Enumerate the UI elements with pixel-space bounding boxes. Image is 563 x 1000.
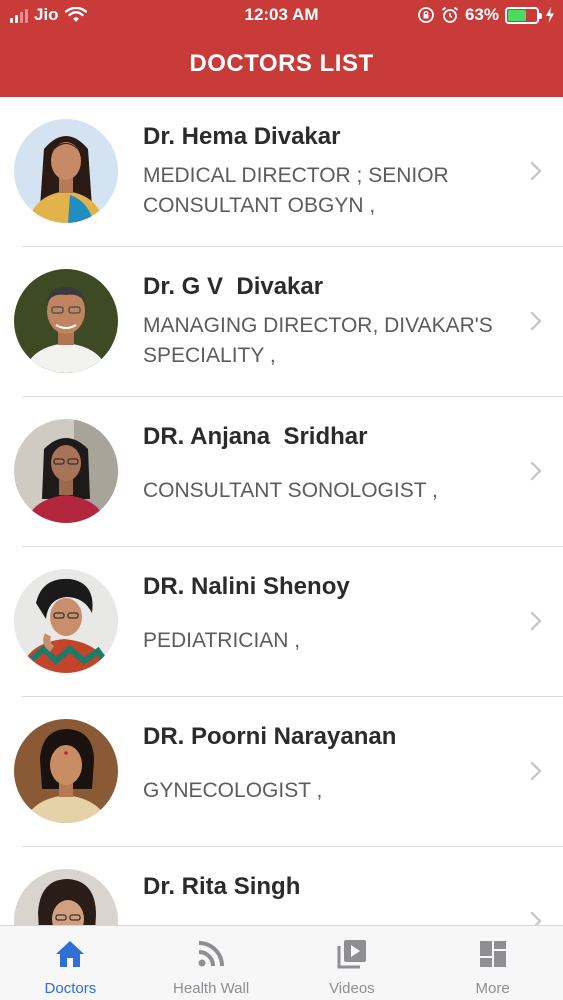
doctor-designation: GYNECOLOGIST , <box>143 779 323 802</box>
tab-videos[interactable]: Videos <box>282 926 423 1000</box>
doctor-name: DR. Poorni Narayanan <box>143 723 397 750</box>
doctor-designation: CONSULTANT SONOLOGIST , <box>143 479 438 502</box>
app-header: Jio 12:03 AM 63% DOCTORS LIST <box>0 0 563 97</box>
doctor-designation: MEDICAL DIRECTOR ; SENIOR CONSULTANT OBG… <box>143 164 449 217</box>
doctor-name: DR. Anjana Sridhar <box>143 423 368 450</box>
doctor-row[interactable]: DR. Nalini Shenoy PEDIATRICIAN , <box>0 547 563 697</box>
status-bar: Jio 12:03 AM 63% <box>0 0 563 32</box>
doctor-row[interactable]: DR. Poorni Narayanan GYNECOLOGIST , <box>0 697 563 847</box>
doctor-row[interactable]: Dr. Rita Singh <box>0 847 563 925</box>
tab-more[interactable]: More <box>422 926 563 1000</box>
chevron-right-icon <box>530 161 542 181</box>
charging-bolt-icon <box>546 7 554 23</box>
page-title: DOCTORS LIST <box>189 50 374 77</box>
battery-percent: 63% <box>464 5 499 24</box>
tab-health-wall[interactable]: Health Wall <box>141 926 282 1000</box>
chevron-right-icon <box>530 461 542 481</box>
video-library-icon <box>337 940 366 969</box>
tab-label: More <box>475 980 510 997</box>
doctor-avatar <box>14 419 118 523</box>
doctor-designation: PEDIATRICIAN , <box>143 629 301 652</box>
status-right: 63% <box>417 5 555 25</box>
grid-icon <box>479 941 506 967</box>
tab-doctors[interactable]: Doctors <box>0 926 141 1000</box>
battery-level <box>508 9 526 21</box>
doctor-name: Dr. Rita Singh <box>143 873 301 900</box>
alarm-icon <box>441 6 459 23</box>
tab-label: Health Wall <box>173 980 250 997</box>
chevron-right-icon <box>530 311 542 331</box>
battery-icon <box>505 6 542 24</box>
doctor-name: Dr. Hema Divakar <box>143 123 341 150</box>
chevron-right-icon <box>530 911 542 925</box>
chevron-right-icon <box>530 611 542 631</box>
doctor-row[interactable]: Dr. Hema Divakar MEDICAL DIRECTOR ; SENI… <box>0 97 563 247</box>
doctors-list: Dr. Hema Divakar MEDICAL DIRECTOR ; SENI… <box>0 97 563 925</box>
rss-icon <box>198 941 225 967</box>
tab-bar: Doctors Health Wall Videos More <box>0 925 563 1000</box>
doctor-avatar <box>14 269 118 373</box>
doctor-avatar <box>14 869 118 925</box>
chevron-right-icon <box>530 761 542 781</box>
doctor-avatar <box>14 119 118 223</box>
doctor-row[interactable]: DR. Anjana Sridhar CONSULTANT SONOLOGIST… <box>0 397 563 547</box>
tab-label: Doctors <box>44 980 97 997</box>
doctor-avatar <box>14 569 118 673</box>
tab-label: Videos <box>329 980 375 997</box>
doctor-designation: MANAGING DIRECTOR, DIVAKAR'S SPECIALITY … <box>143 314 493 367</box>
orientation-lock-icon <box>418 7 434 23</box>
doctor-row[interactable]: Dr. G V Divakar MANAGING DIRECTOR, DIVAK… <box>0 247 563 397</box>
doctor-name: DR. Nalini Shenoy <box>143 573 350 600</box>
doctor-name: Dr. G V Divakar <box>143 273 324 300</box>
home-icon <box>56 941 85 967</box>
doctor-avatar <box>14 719 118 823</box>
